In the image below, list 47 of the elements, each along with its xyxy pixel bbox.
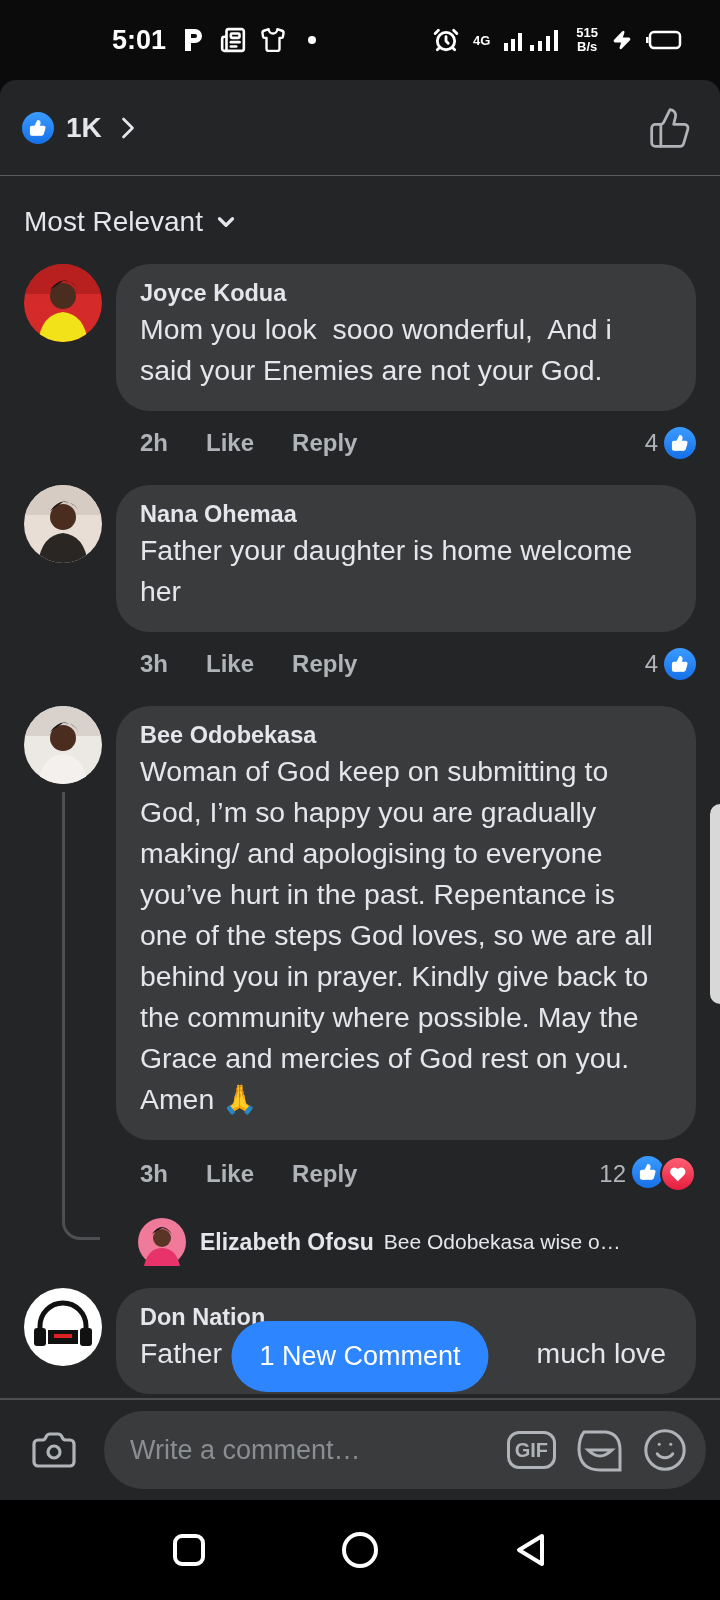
emoji-icon[interactable] — [642, 1427, 688, 1473]
comment-field[interactable]: Write a comment… GIF — [104, 1411, 706, 1489]
like-icon[interactable] — [648, 105, 692, 150]
comment-author[interactable]: Bee Odobekasa — [140, 722, 317, 749]
reaction-count: 4 — [644, 429, 658, 457]
reply-text: Bee Odobekasa wise o… — [383, 1230, 621, 1254]
gif-button[interactable]: GIF — [506, 1431, 556, 1469]
recent-apps-icon[interactable] — [172, 1533, 206, 1567]
reply-link[interactable]: Reply — [292, 429, 358, 457]
comment-time: 2h — [140, 429, 168, 457]
battery-icon — [646, 30, 682, 50]
comment-time: 3h — [140, 1160, 168, 1188]
like-reaction-icon — [22, 111, 54, 144]
headphones-icon — [24, 1288, 102, 1366]
scroll-thumb[interactable] — [710, 804, 720, 1004]
like-link[interactable]: Like — [206, 1160, 255, 1188]
comment-author[interactable]: Joyce Kodua — [140, 280, 287, 307]
notification-dot — [308, 36, 317, 44]
sort-label[interactable]: Most Relevant — [24, 206, 203, 238]
reaction-count: 4 — [644, 650, 658, 678]
reaction-count: 12 — [599, 1160, 626, 1188]
network-type: 4G — [472, 33, 491, 47]
like-reaction-icon — [632, 1156, 664, 1188]
reply-author[interactable]: Elizabeth Ofosu — [200, 1228, 374, 1256]
charging-icon — [612, 30, 632, 50]
like-reaction-icon — [664, 427, 696, 459]
like-link[interactable]: Like — [206, 650, 255, 678]
alarm-icon — [432, 27, 459, 53]
reply-link[interactable]: Reply — [292, 650, 358, 678]
comment-text: Woman of God keep on submitting to God, I’m so happy you are gradually making/ and apologising to everyone you’ve hurt in the past. Repentance is one of the steps God loves, so we are all behind you in prayer. Kindly give back to the community where possible. May the Grace and mercies of God rest on you. Amen 🙏 — [140, 754, 654, 1117]
like-reaction-icon — [664, 648, 696, 680]
news-icon — [220, 27, 247, 53]
clock-time: 5:01 — [112, 24, 167, 56]
speed-value: 515 — [576, 26, 598, 40]
reply-link[interactable]: Reply — [292, 1160, 358, 1188]
comment-text: much love — [536, 1336, 666, 1371]
sticker-icon[interactable] — [576, 1428, 622, 1472]
shirt-icon — [260, 27, 287, 53]
comment-text: Mom you look sooo wonderful, And i said your Enemies are not your God. — [140, 312, 613, 388]
comment-text: Father — [140, 1336, 223, 1371]
home-icon[interactable] — [341, 1531, 379, 1569]
comment-text: Father your daughter is home welcome her — [140, 533, 634, 609]
reaction-count[interactable]: 1K — [66, 111, 102, 144]
comment-time: 3h — [140, 650, 168, 678]
comment-author[interactable]: Nana Ohemaa — [140, 501, 297, 528]
like-link[interactable]: Like — [206, 429, 255, 457]
speed-unit: B/s — [577, 40, 598, 54]
